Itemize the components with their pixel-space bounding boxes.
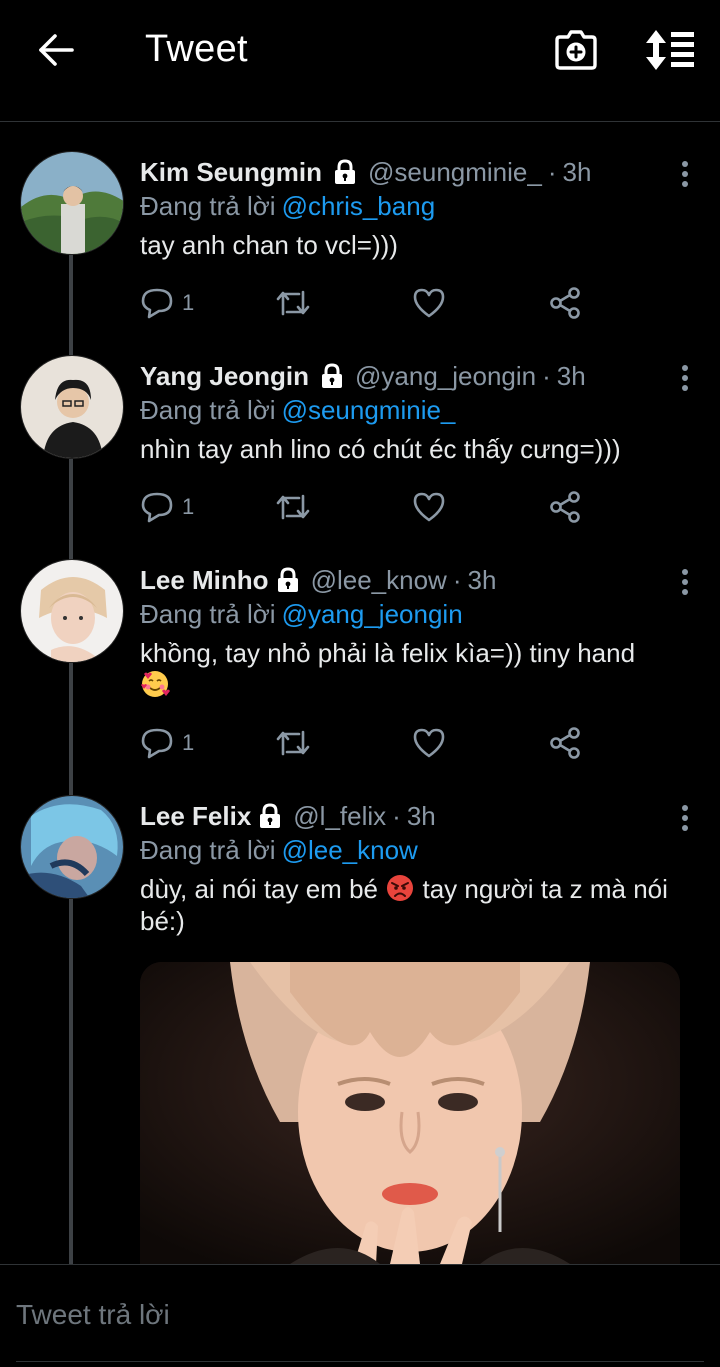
replying-to-label: Đang trả lời [140,395,276,425]
separator-dot: · [392,800,401,831]
like-button[interactable] [412,723,446,763]
user-handle[interactable]: @seungminie_ [368,157,542,188]
reply-count: 1 [182,290,195,315]
avatar[interactable] [20,355,124,459]
sort-icon [646,30,694,70]
tweet-text: nhìn tay anh lino có chút éc thấy cưng=)… [140,434,621,464]
lock-icon [260,803,281,828]
retweet-button[interactable] [274,283,312,323]
tweet-thread[interactable]: Kim Seungmin @seungminie_ · 3h Đang trả … [0,123,720,1264]
more-options-button[interactable] [670,801,700,835]
avatar[interactable] [20,151,124,255]
thread-connector-line [69,899,73,1264]
tweet-text: tay anh chan to vcl=))) [140,230,398,260]
tweet-actions: 1 [140,283,600,323]
lock-icon [335,159,356,184]
share-icon [550,491,580,523]
mention-link[interactable]: @lee_know [282,835,418,865]
arrow-left-icon [39,34,74,66]
user-handle[interactable]: @l_felix [293,801,386,832]
top-app-bar: Tweet [0,0,720,122]
reply-input-underline [16,1361,704,1362]
back-button[interactable] [30,28,82,72]
share-button[interactable] [548,283,582,323]
replying-to-label: Đang trả lời [140,835,276,865]
avatar[interactable] [20,795,124,899]
thread-connector-line [69,663,73,795]
retweet-icon [276,730,310,756]
timestamp: 3h [556,360,586,391]
replying-to-label: Đang trả lời [140,599,276,629]
reply-count: 1 [182,494,195,519]
angry-face-emoji-icon [387,875,414,901]
timestamp: 3h [562,156,592,187]
tweet-actions: 1 [140,723,600,763]
sort-button[interactable] [640,26,700,74]
reply-icon [141,728,173,759]
smiling-face-with-hearts-emoji-icon [141,671,170,697]
replying-to-label: Đang trả lời [140,191,276,221]
more-options-button[interactable] [670,565,700,599]
display-name[interactable]: Kim Seungmin [140,157,322,188]
avatar[interactable] [20,559,124,663]
timestamp: 3h [406,800,436,831]
lock-icon [277,567,298,592]
separator-dot: · [452,564,462,595]
thread-connector-line [69,459,73,563]
retweet-button[interactable] [274,723,312,763]
tweet-text: khồng, tay nhỏ phải là felix kìa=)) tiny… [140,637,680,701]
reply-composer-bar [0,1264,720,1367]
share-icon [550,287,580,319]
timestamp: 3h [467,564,497,595]
camera-plus-icon [555,30,597,70]
thread-connector-line [69,255,73,355]
retweet-button[interactable] [274,487,312,527]
heart-icon [413,492,445,522]
share-button[interactable] [548,487,582,527]
share-button[interactable] [548,723,582,763]
camera-button[interactable] [550,26,602,74]
reply-icon [141,288,173,319]
mention-link[interactable]: @chris_bang [282,191,436,221]
display-name[interactable]: Yang Jeongin [140,361,309,392]
display-name[interactable]: Lee Minho [140,565,269,596]
retweet-icon [276,494,310,520]
retweet-icon [276,290,310,316]
reply-button[interactable]: 1 [140,283,194,323]
tweet-text: dùy, ai nói tay em bé tay người ta z mà … [140,873,680,937]
separator-dot: · [542,360,551,391]
like-button[interactable] [412,487,446,527]
mention-link[interactable]: @seungminie_ [282,395,456,425]
display-name[interactable]: Lee Felix [140,801,251,832]
more-vertical-icon [682,365,688,391]
more-vertical-icon [682,161,688,187]
photo [140,962,680,1264]
reply-icon [141,492,173,523]
tweet-actions: 1 [140,487,600,527]
reply-button[interactable]: 1 [140,723,194,763]
reply-button[interactable]: 1 [140,487,194,527]
user-handle[interactable]: @lee_know [311,565,447,596]
tweet-text-content: khồng, tay nhỏ phải là felix kìa=)) tiny… [140,638,636,668]
mention-link[interactable]: @yang_jeongin [282,599,463,629]
more-vertical-icon [682,805,688,831]
tweet-media-image[interactable] [140,962,680,1264]
separator-dot: · [547,156,557,187]
lock-icon [322,363,343,388]
heart-icon [413,288,445,318]
like-button[interactable] [412,283,446,323]
tweet-text-part-1: dùy, ai nói tay em bé [140,874,378,904]
more-vertical-icon [682,569,688,595]
page-title: Tweet [145,28,248,70]
more-options-button[interactable] [670,361,700,395]
share-icon [550,727,580,759]
user-handle[interactable]: @yang_jeongin [355,361,536,392]
reply-input[interactable] [16,1295,676,1335]
heart-icon [413,728,445,758]
reply-count: 1 [182,730,195,755]
more-options-button[interactable] [670,157,700,191]
